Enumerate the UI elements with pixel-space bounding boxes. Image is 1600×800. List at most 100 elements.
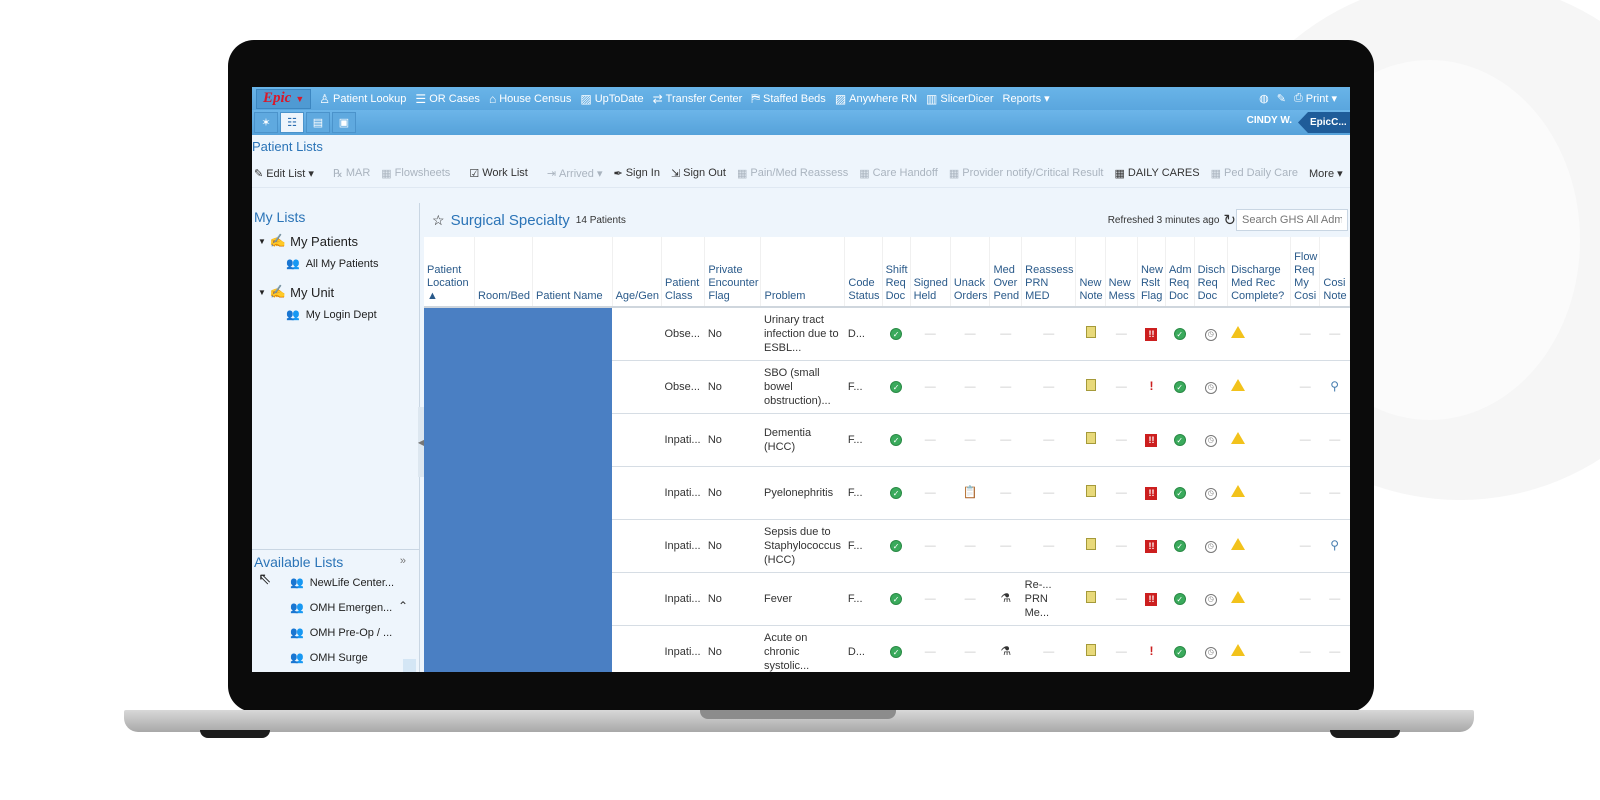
new-result-flag-cell[interactable]: ! <box>1137 625 1166 672</box>
med-override-cell[interactable]: — <box>989 519 1022 573</box>
toolbar-patient-lookup[interactable]: ♙ Patient Lookup <box>319 92 406 106</box>
tree-my-unit[interactable]: ▼ ✍ My Unit <box>252 270 419 300</box>
column-header[interactable]: Med Over Pend <box>989 237 1023 308</box>
adm-req-doc-cell[interactable]: ✓ <box>1165 360 1195 414</box>
med-override-cell[interactable]: ⚗ <box>989 572 1022 626</box>
column-header[interactable]: Reassess PRN MED <box>1021 237 1077 308</box>
column-header[interactable]: Problem <box>760 237 846 308</box>
daily-cares-button[interactable]: ▦ DAILY CARES <box>1114 167 1199 180</box>
unack-orders-cell[interactable]: — <box>950 360 990 414</box>
new-note-cell[interactable] <box>1075 360 1106 414</box>
unack-orders-cell[interactable]: — <box>950 625 990 672</box>
reassess-prn-cell[interactable]: Re-... PRN Me... <box>1021 572 1076 626</box>
tab-button-patient-list[interactable]: ☷ <box>280 112 304 133</box>
column-header[interactable]: Flow Req My Cosi <box>1290 237 1321 308</box>
adm-req-doc-cell[interactable]: ✓ <box>1165 572 1195 626</box>
collapse-icon[interactable]: » <box>400 555 406 567</box>
flowsheets-button[interactable]: ▦ Flowsheets <box>381 167 450 180</box>
shift-req-doc-cell[interactable]: ✓ <box>882 307 911 361</box>
toolbar-anywhere-rn[interactable]: ▨ Anywhere RN <box>835 92 917 106</box>
column-header[interactable]: New Mess <box>1105 237 1138 308</box>
toolbar-transfer-center[interactable]: ⇄ Transfer Center <box>653 92 743 106</box>
available-list-item[interactable]: 👥 NewLife Center... <box>252 570 420 595</box>
disch-req-doc-cell[interactable]: ◷ <box>1194 307 1228 361</box>
edit-list-button[interactable]: ✎ Edit List ▾ <box>254 167 314 180</box>
med-override-cell[interactable]: — <box>989 360 1022 414</box>
unack-orders-cell[interactable]: — <box>950 519 990 573</box>
new-note-cell[interactable] <box>1075 519 1106 573</box>
new-note-cell[interactable] <box>1075 625 1106 672</box>
reassess-prn-cell[interactable]: — <box>1021 307 1076 361</box>
reassess-prn-cell[interactable]: — <box>1021 625 1076 672</box>
disch-req-doc-cell[interactable]: ◷ <box>1194 360 1228 414</box>
column-header[interactable]: New Rslt Flag <box>1137 237 1166 308</box>
discharge-med-rec-cell[interactable] <box>1227 466 1291 520</box>
adm-req-doc-cell[interactable]: ✓ <box>1165 466 1195 520</box>
med-override-cell[interactable]: — <box>989 413 1022 467</box>
unack-orders-cell[interactable]: — <box>950 572 990 626</box>
ped-daily-care-button[interactable]: ▦ Ped Daily Care <box>1211 167 1298 180</box>
toolbar-house-census[interactable]: ⌂ House Census <box>489 92 571 106</box>
discharge-med-rec-cell[interactable] <box>1227 572 1291 626</box>
reassess-prn-cell[interactable]: — <box>1021 360 1076 414</box>
globe-icon[interactable]: ◍ <box>1259 92 1269 105</box>
discharge-med-rec-cell[interactable] <box>1227 307 1291 361</box>
new-result-flag-cell[interactable]: !! <box>1137 307 1166 361</box>
adm-req-doc-cell[interactable]: ✓ <box>1165 413 1195 467</box>
disch-req-doc-cell[interactable]: ◷ <box>1194 466 1228 520</box>
tree-my-patients[interactable]: ▼ ✍ My Patients <box>252 225 419 249</box>
scroll-up-icon[interactable]: ⌃ <box>398 599 408 613</box>
disch-req-doc-cell[interactable]: ◷ <box>1194 572 1228 626</box>
shift-req-doc-cell[interactable]: ✓ <box>882 413 911 467</box>
new-note-cell[interactable] <box>1075 572 1106 626</box>
cosign-note-cell[interactable]: — <box>1319 307 1350 361</box>
column-header[interactable]: Patient Class <box>661 237 706 308</box>
column-header[interactable]: Code Status <box>844 237 883 308</box>
care-handoff-button[interactable]: ▦ Care Handoff <box>859 167 938 180</box>
column-header[interactable]: New Note <box>1075 237 1106 308</box>
toolbar-reports[interactable]: Reports ▾ <box>1003 92 1050 105</box>
toolbar-slicerdicer[interactable]: ▥ SlicerDicer <box>926 92 994 106</box>
adm-req-doc-cell[interactable]: ✓ <box>1165 307 1195 361</box>
shift-req-doc-cell[interactable]: ✓ <box>882 360 911 414</box>
list-my-login-dept[interactable]: 👥 My Login Dept <box>252 300 419 322</box>
column-header[interactable]: Age/Gen <box>612 237 663 308</box>
arrived-button[interactable]: ⇥ Arrived ▾ <box>547 167 603 180</box>
star-icon[interactable]: ☆ <box>432 212 445 229</box>
new-result-flag-cell[interactable]: !! <box>1137 466 1166 520</box>
shift-req-doc-cell[interactable]: ✓ <box>882 572 911 626</box>
scrollbar[interactable] <box>403 659 416 672</box>
cosign-note-cell[interactable]: — <box>1319 625 1350 672</box>
discharge-med-rec-cell[interactable] <box>1227 625 1291 672</box>
cosign-note-cell[interactable]: — <box>1319 572 1350 626</box>
patient-search-input[interactable] <box>1236 209 1348 231</box>
new-note-cell[interactable] <box>1075 466 1106 520</box>
work-list-button[interactable]: ☑ Work List <box>469 167 528 180</box>
column-header[interactable]: Room/Bed <box>474 237 534 308</box>
disch-req-doc-cell[interactable]: ◷ <box>1194 519 1228 573</box>
column-header[interactable]: Disch Req Doc <box>1194 237 1229 308</box>
table-row[interactable]: Obse... No Urinary tract infection due to … <box>424 307 1350 672</box>
new-result-flag-cell[interactable]: !! <box>1137 519 1166 573</box>
column-header[interactable]: Private Encounter Flag <box>704 237 762 308</box>
wrench-icon[interactable]: ✎ <box>1277 92 1286 105</box>
tab-button-network[interactable]: ✶ <box>254 112 278 133</box>
toolbar-uptodate[interactable]: ▨ UpToDate <box>580 92 643 106</box>
available-list-item[interactable]: 👥 OMH Pre-Op / ... <box>252 620 420 645</box>
reassess-prn-cell[interactable]: — <box>1021 466 1076 520</box>
unack-orders-cell[interactable]: 📋 <box>950 466 990 520</box>
disch-req-doc-cell[interactable]: ◷ <box>1194 413 1228 467</box>
discharge-med-rec-cell[interactable] <box>1227 413 1291 467</box>
available-list-item[interactable]: 👥Pediatrics <box>252 670 420 672</box>
column-header[interactable]: Adm Req Doc <box>1165 237 1195 308</box>
disch-req-doc-cell[interactable]: ◷ <box>1194 625 1228 672</box>
refresh-icon[interactable]: ↻ <box>1223 211 1236 229</box>
epic-menu-button[interactable]: Epic ▼ <box>256 88 312 109</box>
available-list-item[interactable]: 👥 OMH Surge <box>252 645 420 670</box>
provider-notify-button[interactable]: ▦ Provider notify/Critical Result <box>949 167 1104 180</box>
tab-button-dashboard[interactable]: ▣ <box>332 112 356 133</box>
new-result-flag-cell[interactable]: !! <box>1137 572 1166 626</box>
new-result-flag-cell[interactable]: ! <box>1137 360 1166 414</box>
cosign-note-cell[interactable]: — <box>1319 466 1350 520</box>
pain-med-reassess-button[interactable]: ▦ Pain/Med Reassess <box>737 167 848 180</box>
